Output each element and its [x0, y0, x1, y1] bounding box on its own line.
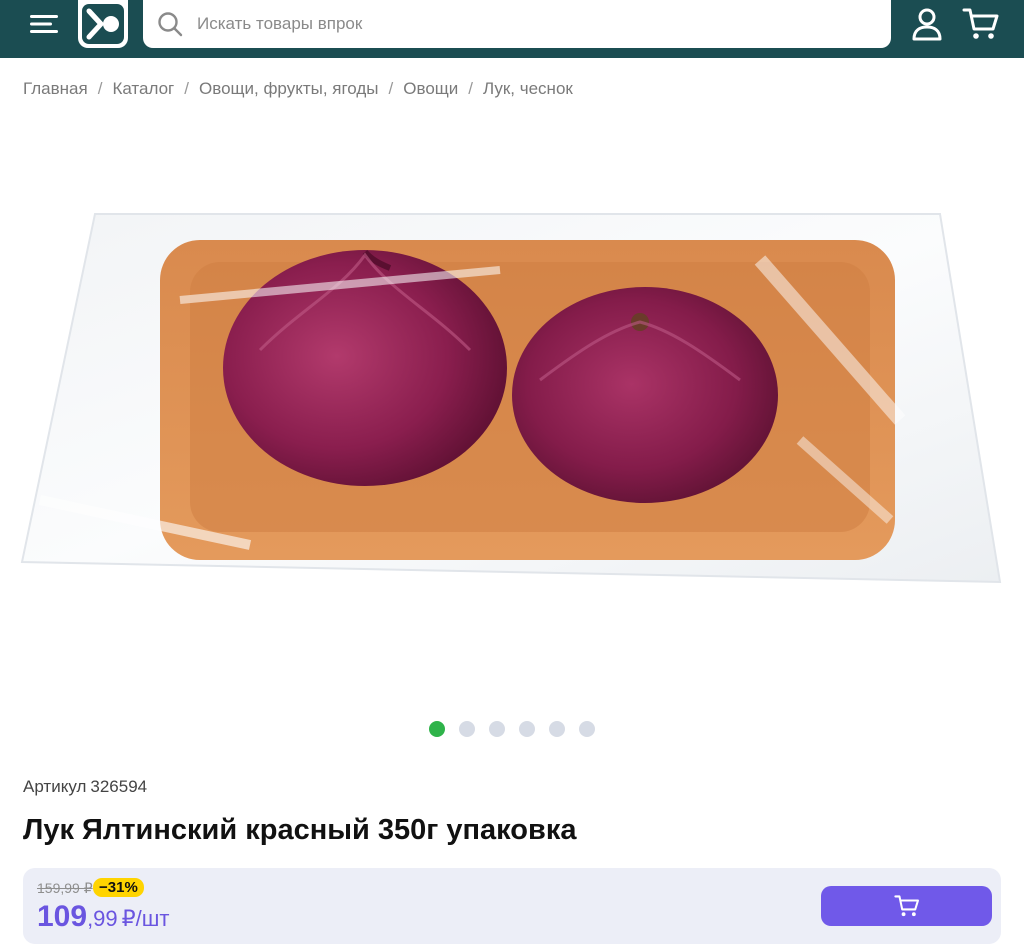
breadcrumb-item-home[interactable]: Главная — [23, 79, 88, 99]
search-icon[interactable] — [157, 11, 183, 37]
gallery-dot[interactable] — [519, 721, 535, 737]
breadcrumb-item-catalog[interactable]: Каталог — [112, 79, 174, 99]
breadcrumb-item-produce[interactable]: Овощи, фрукты, ягоды — [199, 79, 379, 99]
breadcrumb-separator: / — [97, 79, 103, 98]
menu-button[interactable] — [28, 11, 60, 37]
gallery-dot[interactable] — [489, 721, 505, 737]
gallery-dot[interactable] — [429, 721, 445, 737]
user-icon — [912, 8, 942, 41]
current-price: 109,99 ₽/шт — [37, 900, 170, 934]
sku-label: Артикул — [23, 777, 87, 796]
add-to-cart-button[interactable] — [821, 886, 992, 926]
cart-icon — [962, 8, 999, 39]
product-photo — [20, 213, 1002, 584]
breadcrumb-separator: / — [388, 79, 394, 98]
menu-icon — [30, 15, 58, 33]
breadcrumb-item-onion-garlic[interactable]: Лук, чеснок — [483, 79, 573, 99]
breadcrumb: Главная / Каталог / Овощи, фрукты, ягоды… — [23, 78, 573, 100]
price-fraction: ,99 — [87, 906, 118, 931]
gallery-dots — [429, 721, 595, 737]
product-title: Лук Ялтинский красный 350г упаковка — [23, 814, 577, 846]
breadcrumb-separator: / — [468, 79, 474, 98]
search-input[interactable] — [197, 0, 877, 48]
header-bar — [0, 0, 1024, 58]
sku-line: Артикул 326594 — [23, 777, 147, 797]
gallery-dot[interactable] — [459, 721, 475, 737]
price-unit: ₽/шт — [121, 906, 170, 931]
gallery-dot[interactable] — [579, 721, 595, 737]
search-box — [143, 0, 891, 48]
cart-icon — [893, 895, 919, 917]
breadcrumb-item-vegetables[interactable]: Овощи — [403, 79, 458, 99]
breadcrumb-separator: / — [184, 79, 189, 98]
logo-button[interactable] — [78, 0, 128, 48]
sku-value: 326594 — [90, 777, 148, 796]
logo-icon — [82, 4, 124, 44]
price-panel: 159,99 ₽ −31% 109,99 ₽/шт — [23, 868, 1001, 944]
user-button[interactable] — [909, 6, 945, 42]
header-cart-button[interactable] — [962, 5, 1000, 43]
discount-badge: −31% — [93, 878, 144, 897]
product-image[interactable] — [0, 200, 1024, 600]
old-price: 159,99 ₽ — [37, 880, 93, 896]
price-whole: 109 — [37, 900, 88, 933]
gallery-dot[interactable] — [549, 721, 565, 737]
